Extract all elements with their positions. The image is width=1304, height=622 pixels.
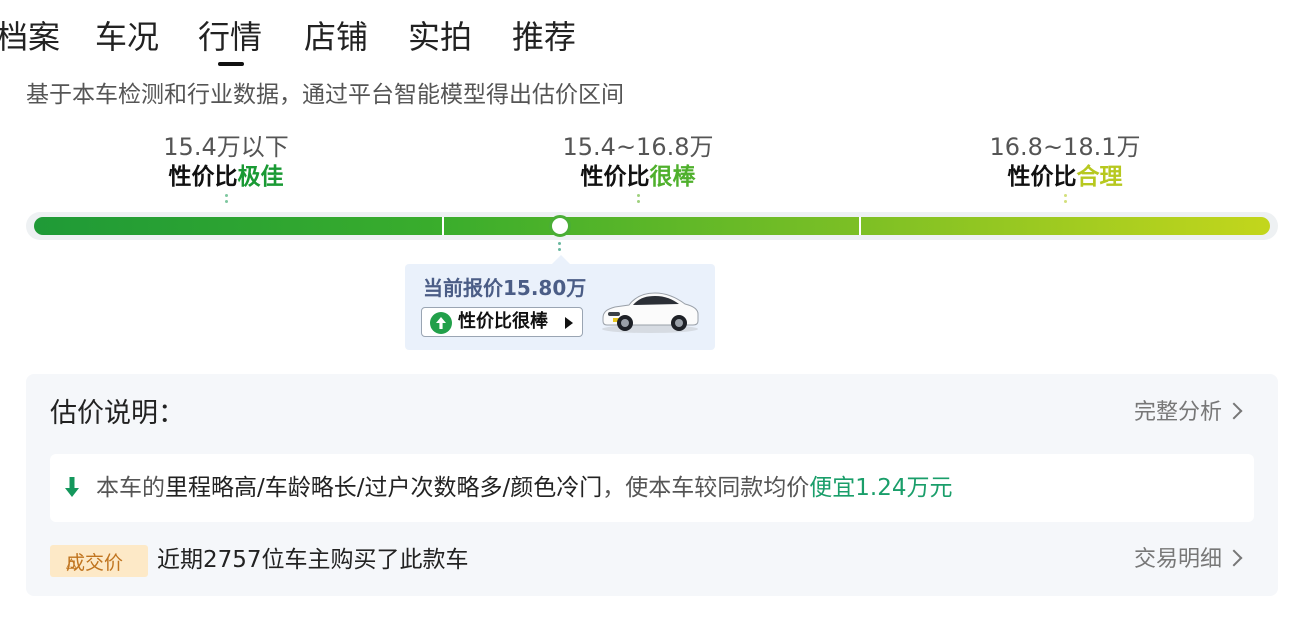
current-price-card: 当前报价15.80万 性价比很棒 xyxy=(405,255,715,350)
car-image xyxy=(602,292,699,333)
marker-dots xyxy=(558,242,561,254)
range-divider xyxy=(859,217,861,235)
tab-photos[interactable]: 实拍 xyxy=(408,12,472,62)
range-great: 15.4~16.8万 性价比很棒 xyxy=(518,132,758,206)
reason-box: 本车的里程略高/车龄略长/过户次数略多/颜色冷门，使本车较同款均价便宜1.24万… xyxy=(50,454,1254,522)
range-price: 15.4~16.8万 xyxy=(562,133,714,161)
range-grade: 性价比极佳 xyxy=(106,162,346,192)
grade-word: 很棒 xyxy=(649,164,696,190)
reason-result: 便宜1.24万元 xyxy=(809,475,953,501)
deal-badge-text: 成交价 xyxy=(66,552,124,574)
chevron-right-icon xyxy=(1225,402,1243,420)
range-dots xyxy=(945,192,1185,206)
reason-mid: ，使本车较同款均价 xyxy=(602,475,810,501)
grade-prefix: 性价比 xyxy=(1007,164,1077,190)
full-analysis-link[interactable]: 完整分析 xyxy=(1133,398,1243,428)
range-grade: 性价比很棒 xyxy=(518,162,758,192)
chevron-right-icon xyxy=(1225,549,1243,567)
tab-condition[interactable]: 车况 xyxy=(95,12,159,62)
reason-text: 本车的里程略高/车龄略长/过户次数略多/颜色冷门，使本车较同款均价便宜1.24万… xyxy=(96,473,952,503)
tab-store[interactable]: 店铺 xyxy=(304,12,368,62)
trade-detail-link[interactable]: 交易明细 xyxy=(1133,545,1243,575)
tab-archive[interactable]: 档案 xyxy=(0,12,60,62)
trade-detail-label: 交易明细 xyxy=(1133,547,1222,572)
panel-title: 估价说明： xyxy=(50,398,185,429)
range-price: 15.4万以下 xyxy=(163,133,289,161)
deal-count-text: 近期2757位车主购买了此款车 xyxy=(157,547,469,573)
tab-recommend[interactable]: 推荐 xyxy=(512,12,576,62)
reason-factors: 里程略高/车龄略长/过户次数略多/颜色冷门 xyxy=(165,475,603,501)
range-reasonable: 16.8~18.1万 性价比合理 xyxy=(945,132,1185,206)
grade-prefix: 性价比 xyxy=(580,164,650,190)
range-dots xyxy=(518,192,758,206)
range-price: 16.8~18.1万 xyxy=(989,133,1141,161)
grade-word: 合理 xyxy=(1076,164,1123,190)
grade-word: 极佳 xyxy=(237,164,284,190)
arrow-down-icon xyxy=(65,477,79,497)
arrow-up-circle-icon xyxy=(430,312,452,334)
grade-prefix: 性价比 xyxy=(168,164,238,190)
valuation-explanation-panel: 估价说明： 完整分析 本车的里程略高/车龄略长/过户次数略多/颜色冷门，使本车较… xyxy=(26,374,1278,596)
deal-price-badge: △ 成交价 xyxy=(50,545,148,577)
valuation-subtitle: 基于本车检测和行业数据，通过平台智能模型得出估价区间 xyxy=(26,82,624,108)
range-grade: 性价比合理 xyxy=(945,162,1185,192)
range-dots xyxy=(106,192,346,206)
value-rating-button[interactable]: 性价比很棒 xyxy=(421,307,583,337)
full-analysis-label: 完整分析 xyxy=(1133,400,1222,425)
play-icon xyxy=(565,317,573,329)
current-price-marker xyxy=(549,215,571,237)
range-excellent: 15.4万以下 性价比极佳 xyxy=(106,132,346,206)
price-range-bar xyxy=(34,217,1270,235)
active-tab-indicator xyxy=(218,62,244,66)
reason-prefix: 本车的 xyxy=(96,475,165,501)
tab-market[interactable]: 行情 xyxy=(198,12,262,62)
range-divider xyxy=(442,217,444,235)
current-price-label: 当前报价15.80万 xyxy=(423,276,587,300)
value-rating-label: 性价比很棒 xyxy=(458,311,548,332)
